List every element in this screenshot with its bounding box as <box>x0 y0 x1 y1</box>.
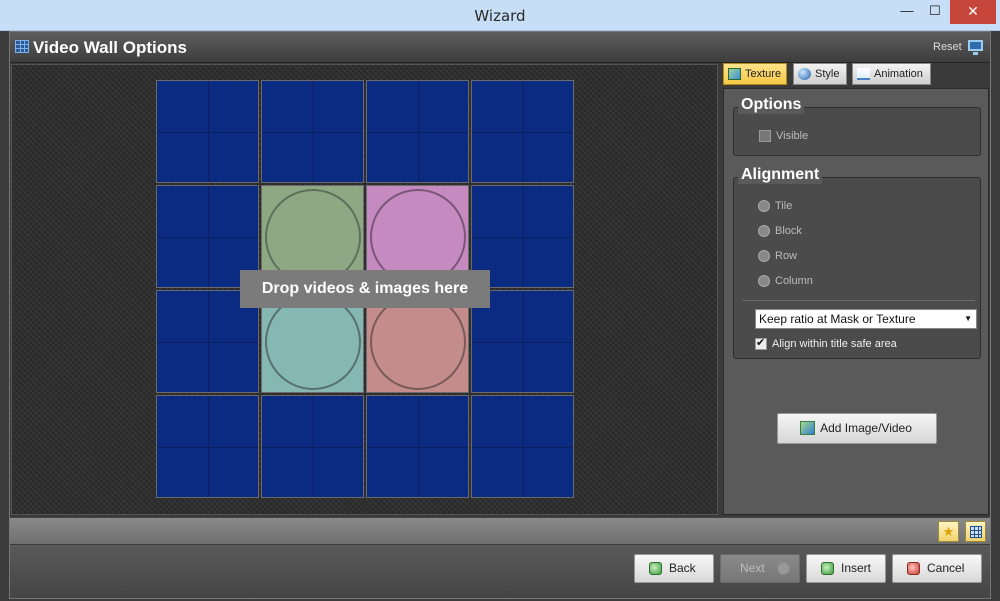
tab-texture[interactable]: Texture <box>723 63 787 85</box>
tile-radio[interactable] <box>758 200 770 212</box>
tile-radio-label: Tile <box>775 200 793 212</box>
wall-tile[interactable] <box>156 80 259 183</box>
safe-area-label: Align within title safe area <box>772 338 897 350</box>
alignment-group: Alignment Tile Block Row Column Keep rat… <box>733 166 981 359</box>
visible-label: Visible <box>776 130 809 142</box>
style-globe-icon <box>798 68 811 80</box>
row-radio-label: Row <box>775 250 798 262</box>
wall-tile[interactable] <box>471 395 574 498</box>
options-group: Options Visible <box>733 96 981 156</box>
wall-tile[interactable] <box>471 80 574 183</box>
wall-tile[interactable] <box>261 395 364 498</box>
wall-tile[interactable] <box>156 395 259 498</box>
cancel-button[interactable]: Cancel <box>892 554 982 583</box>
ratio-select[interactable]: Keep ratio at Mask or Texture ▼ <box>755 309 977 329</box>
block-radio[interactable] <box>758 225 770 237</box>
cancel-label: Cancel <box>927 561 965 575</box>
tab-style[interactable]: Style <box>793 63 847 85</box>
wall-tile[interactable] <box>366 80 469 183</box>
property-tabs: Texture Style Animation <box>723 63 989 87</box>
circle-shape <box>265 294 361 390</box>
minimize-icon[interactable]: — <box>893 0 921 24</box>
chevron-down-icon: ▼ <box>964 314 972 323</box>
insert-icon <box>821 562 834 575</box>
tab-label: Animation <box>874 68 923 80</box>
window-titlebar: Wizard — ☐ ✕ <box>0 0 1000 31</box>
drop-zone-hint[interactable]: Drop videos & images here <box>240 270 490 308</box>
next-label: Next <box>740 561 765 575</box>
back-label: Back <box>669 561 696 575</box>
window-title: Wizard <box>474 7 526 25</box>
block-radio-label: Block <box>775 225 802 237</box>
safe-area-checkbox[interactable] <box>755 336 767 350</box>
video-wall-grid-icon <box>15 40 29 53</box>
back-icon <box>649 562 662 575</box>
alignment-group-title: Alignment <box>738 166 823 184</box>
dialog-header: Video Wall Options Reset <box>10 32 990 63</box>
wall-tile[interactable] <box>366 395 469 498</box>
next-button[interactable]: Next <box>720 554 800 583</box>
column-radio-label: Column <box>775 275 813 287</box>
favorite-star-icon[interactable]: ★ <box>938 521 959 542</box>
cancel-icon <box>907 562 920 575</box>
canvas-toolbar: ★ <box>10 517 990 544</box>
visible-checkbox[interactable] <box>759 130 771 142</box>
wizard-frame: Video Wall Options Reset Drop videos & i… <box>9 31 991 599</box>
circle-shape <box>370 294 466 390</box>
row-radio[interactable] <box>758 250 770 262</box>
options-group-title: Options <box>738 96 805 114</box>
texture-panel: Options Visible Alignment Tile Block Row… <box>723 88 989 515</box>
divider <box>742 300 975 301</box>
ratio-select-value: Keep ratio at Mask or Texture <box>759 312 916 326</box>
maximize-icon[interactable]: ☐ <box>921 0 949 24</box>
dialog-title: Video Wall Options <box>33 38 187 57</box>
tab-label: Texture <box>745 68 782 80</box>
next-icon <box>777 562 790 575</box>
insert-label: Insert <box>841 561 872 575</box>
add-image-video-button[interactable]: Add Image/Video <box>777 413 937 444</box>
animation-icon <box>857 68 870 80</box>
tab-animation[interactable]: Animation <box>852 63 931 85</box>
close-icon[interactable]: ✕ <box>950 0 996 24</box>
column-radio[interactable] <box>758 275 770 287</box>
grid-view-icon <box>970 526 982 538</box>
insert-button[interactable]: Insert <box>806 554 886 583</box>
texture-icon <box>728 68 741 80</box>
add-media-icon <box>800 421 815 435</box>
grid-view-button[interactable] <box>965 521 986 542</box>
reset-button[interactable]: Reset <box>933 41 962 53</box>
tab-label: Style <box>815 68 840 80</box>
back-button[interactable]: Back <box>634 554 714 583</box>
preview-canvas[interactable]: Drop videos & images here <box>11 64 718 515</box>
wizard-footer: Back Next Insert Cancel <box>10 545 990 598</box>
monitor-icon[interactable] <box>968 40 983 55</box>
add-button-label: Add Image/Video <box>820 421 912 435</box>
wall-tile[interactable] <box>261 80 364 183</box>
